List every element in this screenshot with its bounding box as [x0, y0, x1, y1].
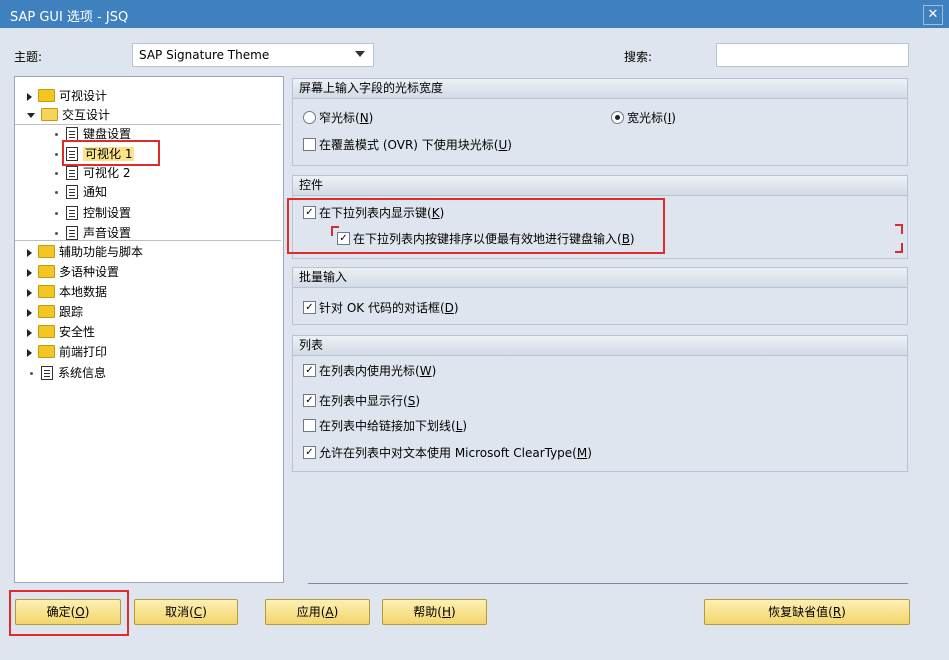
list-underline-checkbox[interactable]: 在列表中给链接加下划线(L) [303, 418, 467, 434]
checkbox-icon[interactable] [303, 138, 316, 151]
bullet-icon [55, 232, 58, 235]
checkbox-checked-icon[interactable]: ✓ [303, 394, 316, 407]
batch-group-title: 批量输入 [293, 268, 907, 288]
folder-icon [38, 305, 55, 318]
tree-item-visualization-2[interactable]: 可视化 2 [55, 164, 130, 182]
ok-code-dialog-checkbox[interactable]: ✓ 针对 OK 代码的对话框(D) [303, 300, 459, 316]
help-button[interactable]: 帮助(H) [382, 599, 487, 625]
chevron-down-icon[interactable] [355, 51, 365, 57]
tree-item-local-data[interactable]: 本地数据 [27, 283, 107, 301]
theme-label: 主题: [14, 50, 43, 64]
batch-input-group: 批量输入 ✓ 针对 OK 代码的对话框(D) [292, 267, 908, 325]
radio-selected-icon[interactable] [611, 111, 624, 124]
folder-icon [38, 89, 55, 102]
folder-icon [38, 285, 55, 298]
expand-icon[interactable] [27, 248, 32, 257]
controls-group-title: 控件 [293, 176, 907, 196]
checkbox-icon[interactable] [303, 419, 316, 432]
selection-corner [895, 224, 903, 234]
tree-item-control-settings[interactable]: 控制设置 [55, 204, 131, 222]
tree-item-notification[interactable]: 通知 [55, 183, 107, 201]
cancel-button[interactable]: 取消(C) [134, 599, 238, 625]
checkbox-checked-icon[interactable]: ✓ [303, 364, 316, 377]
theme-combobox[interactable]: SAP Signature Theme [132, 43, 374, 67]
highlight-box [287, 198, 665, 254]
bullet-icon [55, 191, 58, 194]
document-icon [66, 225, 78, 240]
list-cursor-checkbox[interactable]: ✓ 在列表内使用光标(W) [303, 363, 436, 379]
apply-button[interactable]: 应用(A) [265, 599, 370, 625]
collapse-icon[interactable] [27, 113, 35, 118]
controls-group: 控件 ✓ 在下拉列表内显示键(K) ✓ 在下拉列表内按键排序以便最有效地进行键盘输入… [287, 175, 908, 259]
list-group-title: 列表 [293, 336, 907, 356]
document-icon [66, 126, 78, 141]
document-icon [66, 205, 78, 220]
narrow-cursor-radio[interactable]: 窄光标(N) [303, 110, 373, 126]
list-group: 列表 ✓ 在列表内使用光标(W) ✓ 在列表中显示行(S) 在列表中给链接加下划线(… [292, 335, 908, 472]
search-label: 搜索: [624, 50, 653, 64]
cursor-width-group: 屏幕上输入字段的光标宽度 窄光标(N) 宽光标(I) 在覆盖模式 (OVR) 下… [292, 78, 908, 166]
checkbox-checked-icon[interactable]: ✓ [303, 446, 316, 459]
restore-defaults-button[interactable]: 恢复缺省值(R) [704, 599, 910, 625]
tree-item-accessibility[interactable]: 辅助功能与脚本 [27, 243, 143, 261]
window-title: SAP GUI 选项 - JSQ [10, 10, 129, 25]
expand-icon[interactable] [27, 348, 32, 357]
expand-icon[interactable] [27, 328, 32, 337]
radio-icon[interactable] [303, 111, 316, 124]
expand-icon[interactable] [27, 288, 32, 297]
document-icon [66, 184, 78, 199]
folder-icon [38, 245, 55, 258]
document-icon [41, 365, 53, 380]
expand-icon[interactable] [27, 308, 32, 317]
cursor-group-title: 屏幕上输入字段的光标宽度 [293, 79, 907, 99]
search-input[interactable] [716, 43, 909, 67]
highlight-box [62, 140, 160, 166]
tree-item-trace[interactable]: 跟踪 [27, 303, 83, 321]
bullet-icon [55, 172, 58, 175]
list-cleartype-checkbox[interactable]: ✓ 允许在列表中对文本使用 Microsoft ClearType(M) [303, 445, 592, 461]
highlight-box [9, 590, 129, 636]
tree-item-interaction-design[interactable]: 交互设计 [27, 106, 110, 124]
block-cursor-checkbox[interactable]: 在覆盖模式 (OVR) 下使用块光标(U) [303, 137, 512, 153]
tree-separator [15, 240, 281, 241]
wide-cursor-radio[interactable]: 宽光标(I) [611, 110, 676, 126]
expand-icon[interactable] [27, 268, 32, 277]
tree-item-multilingual[interactable]: 多语种设置 [27, 263, 119, 281]
bullet-icon [55, 153, 58, 156]
bullet-icon [55, 133, 58, 136]
bullet-icon [55, 212, 58, 215]
expand-icon[interactable] [27, 92, 32, 101]
theme-value: SAP Signature Theme [139, 48, 270, 62]
tree-item-frontend-print[interactable]: 前端打印 [27, 343, 107, 361]
folder-icon [38, 325, 55, 338]
folder-open-icon [41, 108, 58, 121]
tree-item-system-info[interactable]: 系统信息 [27, 364, 106, 382]
folder-icon [38, 265, 55, 278]
title-bar: SAP GUI 选项 - JSQ ✕ [0, 0, 949, 28]
folder-icon [38, 345, 55, 358]
navigation-tree: 可视设计 交互设计 键盘设置 可视化 1 可视化 2 通知 控制设置 声音设置 … [14, 76, 284, 583]
checkbox-checked-icon[interactable]: ✓ [303, 301, 316, 314]
button-separator [308, 583, 908, 584]
selection-corner [895, 243, 903, 253]
list-lines-checkbox[interactable]: ✓ 在列表中显示行(S) [303, 393, 420, 409]
bullet-icon [30, 372, 33, 375]
tree-item-security[interactable]: 安全性 [27, 323, 95, 341]
document-icon [66, 165, 78, 180]
tree-item-visual-design[interactable]: 可视设计 [27, 87, 107, 105]
close-icon[interactable]: ✕ [923, 5, 943, 25]
